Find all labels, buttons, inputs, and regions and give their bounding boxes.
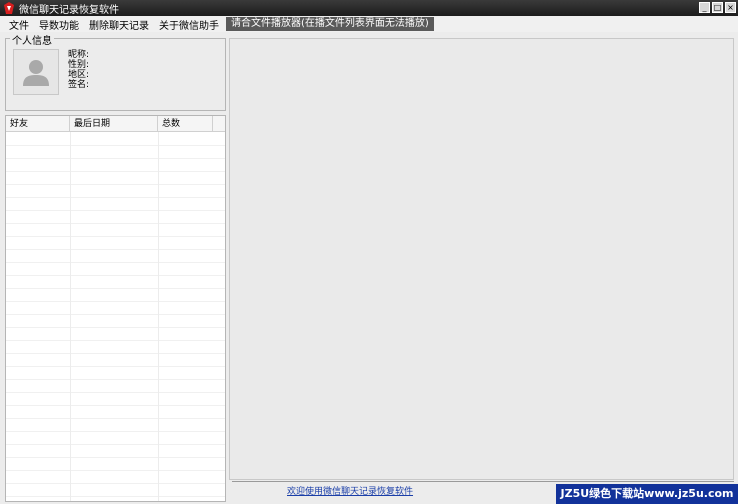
menu-file-player[interactable]: 请合文件播放器(在播文件列表界面无法播放) <box>226 17 434 31</box>
grid-line <box>6 184 225 185</box>
message-panel[interactable] <box>229 38 734 480</box>
maximize-button[interactable]: □ <box>712 2 723 13</box>
welcome-link[interactable]: 欢迎使用微信聊天记录恢复软件 <box>287 484 413 497</box>
site-watermark: JZ5U绿色下载站www.jz5u.com <box>556 484 738 504</box>
window-controls: _ □ × <box>699 2 736 13</box>
grid-line <box>6 262 225 263</box>
profile-group-title: 个人信息 <box>10 32 54 47</box>
grid-line <box>6 145 225 146</box>
grid-line <box>6 223 225 224</box>
grid-line <box>6 353 225 354</box>
menu-delete-records[interactable]: 删除聊天记录 <box>84 17 154 32</box>
menu-about[interactable]: 关于微信助手 <box>154 17 224 32</box>
user-silhouette-icon <box>23 60 49 86</box>
minimize-button[interactable]: _ <box>699 2 710 13</box>
grid-line <box>6 275 225 276</box>
footer-divider <box>232 481 734 482</box>
menu-file[interactable]: 文件 <box>4 17 34 32</box>
list-header: 好友 最后日期 总数 <box>6 116 225 132</box>
gender-label: 性别: <box>68 60 90 70</box>
grid-line <box>6 288 225 289</box>
grid-line <box>6 236 225 237</box>
grid-line <box>6 158 225 159</box>
grid-line <box>6 379 225 380</box>
grid-line <box>6 171 225 172</box>
grid-line <box>6 197 225 198</box>
menu-bar: 文件 导数功能 删除聊天记录 关于微信助手 请合文件播放器(在播文件列表界面无法… <box>0 16 738 32</box>
grid-line <box>6 327 225 328</box>
grid-column-line <box>70 132 71 501</box>
close-button[interactable]: × <box>725 2 736 13</box>
menu-export[interactable]: 导数功能 <box>34 17 84 32</box>
window-title: 微信聊天记录恢复软件 <box>19 4 119 16</box>
signature-label: 签名: <box>68 80 90 90</box>
grid-line <box>6 314 225 315</box>
grid-line <box>6 496 225 497</box>
grid-line <box>6 444 225 445</box>
grid-line <box>6 301 225 302</box>
region-label: 地区: <box>68 70 90 80</box>
title-bar: 微信聊天记录恢复软件 _ □ × <box>0 0 738 16</box>
grid-line <box>6 366 225 367</box>
grid-line <box>6 483 225 484</box>
column-last-date[interactable]: 最后日期 <box>70 116 158 132</box>
column-total[interactable]: 总数 <box>158 116 213 132</box>
avatar <box>13 49 59 95</box>
grid-line <box>6 340 225 341</box>
grid-line <box>6 431 225 432</box>
profile-group: 个人信息 昵称: 性别: 地区: 签名: <box>5 32 226 111</box>
column-friend[interactable]: 好友 <box>6 116 70 132</box>
grid-line <box>6 405 225 406</box>
grid-column-line <box>158 132 159 501</box>
grid-line <box>6 210 225 211</box>
grid-line <box>6 249 225 250</box>
nickname-label: 昵称: <box>68 50 90 60</box>
grid-line <box>6 392 225 393</box>
app-icon <box>3 2 15 14</box>
friend-list[interactable]: 好友 最后日期 总数 <box>5 115 226 502</box>
grid-line <box>6 457 225 458</box>
grid-line <box>6 470 225 471</box>
grid-line <box>6 418 225 419</box>
